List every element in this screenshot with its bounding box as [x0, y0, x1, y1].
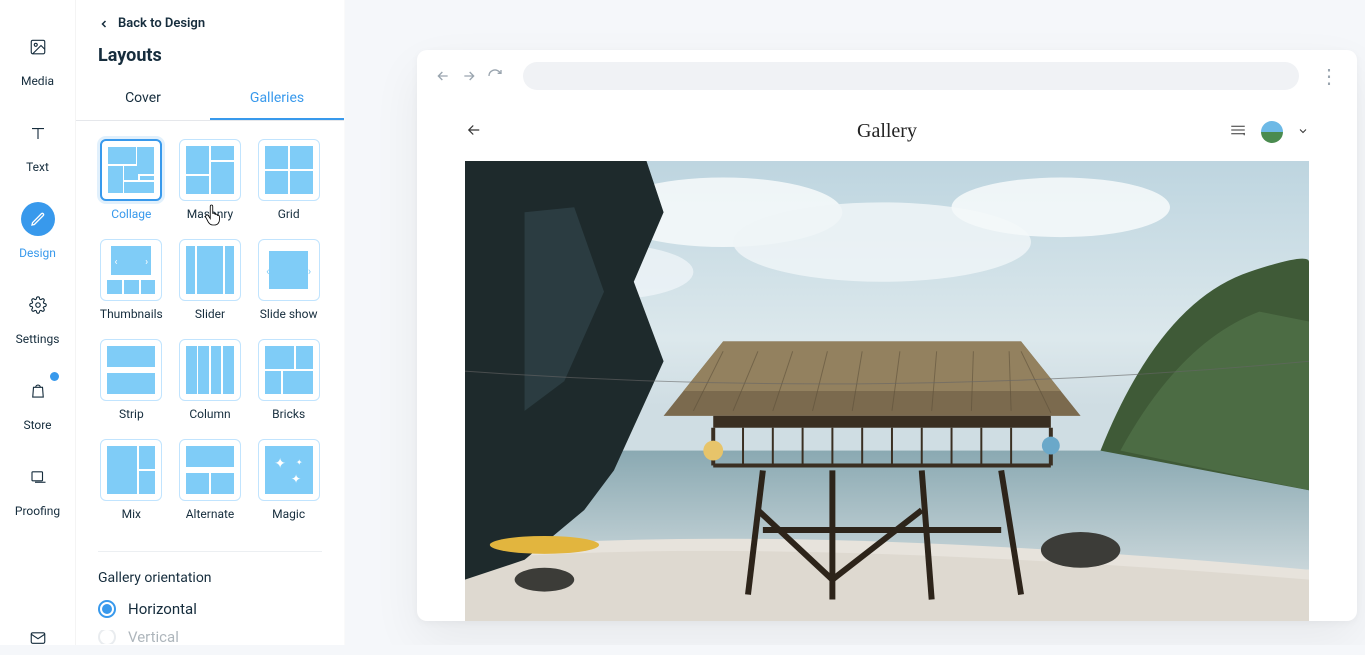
- gallery-hero-image: [465, 161, 1309, 621]
- layers-icon: [21, 460, 55, 494]
- preview-stage: ⋮ Gallery: [345, 0, 1365, 645]
- url-bar[interactable]: [523, 62, 1299, 90]
- back-icon[interactable]: [435, 68, 451, 84]
- rail-item-mail[interactable]: [7, 621, 69, 655]
- layout-option-thumbnails[interactable]: ‹ › Thumbnails: [98, 239, 165, 321]
- orientation-title: Gallery orientation: [98, 570, 322, 586]
- rail-item-design[interactable]: Design: [7, 202, 69, 260]
- refresh-icon[interactable]: [487, 68, 503, 84]
- rail-label: Settings: [16, 332, 60, 346]
- browser-chrome: ⋮: [417, 50, 1357, 102]
- options-panel: Back to Design Layouts Cover Galleries: [75, 0, 345, 645]
- page-header: Gallery: [417, 102, 1357, 161]
- tab-galleries[interactable]: Galleries: [210, 78, 344, 120]
- back-label: Back to Design: [118, 16, 205, 31]
- page-title: Gallery: [857, 120, 917, 143]
- rail-label: Design: [19, 246, 56, 260]
- layout-grid: Collage Masonry: [98, 139, 322, 521]
- layout-option-masonry[interactable]: Masonry: [177, 139, 244, 221]
- mail-icon: [21, 621, 55, 655]
- rail-item-store[interactable]: Store: [7, 374, 69, 432]
- forward-icon[interactable]: [461, 68, 477, 84]
- layout-option-mix[interactable]: Mix: [98, 439, 165, 521]
- pencil-icon: [21, 202, 55, 236]
- layout-option-bricks[interactable]: Bricks: [255, 339, 322, 421]
- rail-item-text[interactable]: Text: [7, 116, 69, 174]
- rail-label: Media: [21, 74, 54, 88]
- chevron-down-icon[interactable]: [1297, 122, 1309, 141]
- layout-option-collage[interactable]: Collage: [98, 139, 165, 221]
- filter-icon[interactable]: [1229, 122, 1247, 142]
- image-icon: [21, 30, 55, 64]
- chevron-left-icon: [98, 18, 110, 30]
- text-icon: [21, 116, 55, 150]
- page-back-icon[interactable]: [465, 121, 483, 143]
- radio-icon: [98, 600, 116, 618]
- orientation-option-horizontal[interactable]: Horizontal: [98, 600, 322, 618]
- browser-frame: ⋮ Gallery: [417, 50, 1357, 621]
- panel-tabs: Cover Galleries: [76, 78, 344, 121]
- back-to-design-link[interactable]: Back to Design: [98, 16, 322, 31]
- panel-title: Layouts: [98, 45, 322, 66]
- bag-icon: [21, 374, 55, 408]
- gear-icon: [21, 288, 55, 322]
- rail-label: Proofing: [15, 504, 60, 518]
- left-rail: Media Text Design Settings Store: [0, 0, 75, 645]
- layout-option-column[interactable]: Column: [177, 339, 244, 421]
- orientation-option-vertical[interactable]: Vertical: [98, 630, 322, 644]
- avatar[interactable]: [1261, 121, 1283, 143]
- radio-icon: [98, 630, 116, 644]
- rail-item-proofing[interactable]: Proofing: [7, 460, 69, 518]
- rail-item-media[interactable]: Media: [7, 30, 69, 88]
- layout-option-grid[interactable]: Grid: [255, 139, 322, 221]
- tab-cover[interactable]: Cover: [76, 78, 210, 120]
- layout-option-alternate[interactable]: Alternate: [177, 439, 244, 521]
- layout-option-slideshow[interactable]: ‹ › Slide show: [255, 239, 322, 321]
- layout-option-strip[interactable]: Strip: [98, 339, 165, 421]
- layout-option-magic[interactable]: ✦ ✦ ✦ Magic: [255, 439, 322, 521]
- rail-item-settings[interactable]: Settings: [7, 288, 69, 346]
- rail-label: Text: [26, 160, 49, 174]
- rail-label: Store: [23, 418, 51, 432]
- notification-dot: [50, 372, 59, 381]
- layout-option-slider[interactable]: Slider: [177, 239, 244, 321]
